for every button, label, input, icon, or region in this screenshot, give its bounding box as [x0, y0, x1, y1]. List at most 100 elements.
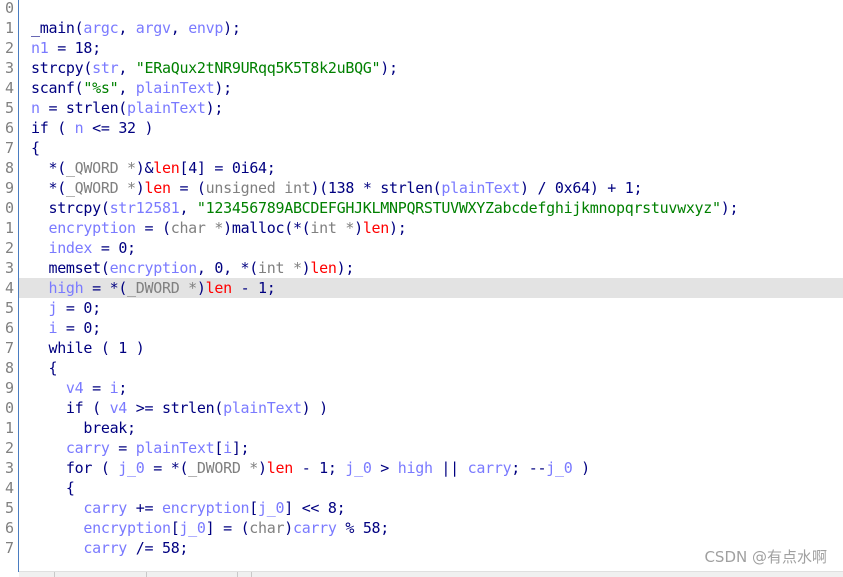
code-token: high	[397, 459, 433, 477]
code-token: j	[31, 299, 58, 317]
code-token: v4	[31, 379, 84, 397]
code-line[interactable]: strcpy(str, "ERaQux2tNR9URqq5K5T8k2uBQG"…	[19, 58, 843, 78]
code-line[interactable]: *(_QWORD *)len = (unsigned int)(138 * st…	[19, 178, 843, 198]
code-token: "%s"	[83, 79, 119, 97]
pseudocode-view[interactable]: _main(argc, argv, envp); n1 = 18; strcpy(s…	[19, 0, 843, 572]
code-token: plainText	[441, 179, 520, 197]
code-line[interactable]: carry += encryption[j_0] << 8;	[19, 498, 843, 518]
code-token: )	[284, 519, 293, 537]
code-line[interactable]: memset(encryption, 0, *(int *)len);	[19, 258, 843, 278]
line-number: 4	[4, 479, 14, 497]
code-token: _QWORD *	[65, 179, 136, 197]
code-token: _main(	[31, 19, 84, 37]
code-token: _QWORD *	[65, 159, 136, 177]
code-token: )	[135, 179, 145, 197]
line-number: 4	[4, 79, 14, 97]
code-token: ,	[118, 79, 136, 97]
code-token: n	[31, 99, 40, 117]
code-token: )	[196, 279, 206, 297]
line-number: 3	[4, 459, 14, 477]
code-line[interactable]: while ( 1 )	[19, 338, 843, 358]
code-token: )malloc(*(	[223, 219, 311, 237]
code-token: len	[205, 279, 233, 297]
code-line[interactable]: break;	[19, 418, 843, 438]
code-token: plainText	[127, 99, 206, 117]
code-token: % 58;	[336, 519, 390, 537]
line-number: 1	[4, 419, 14, 437]
code-token: j_0	[179, 519, 206, 537]
status-bar	[19, 571, 843, 577]
code-line[interactable]: scanf("%s", plainText);	[19, 78, 843, 98]
code-token: /= 58;	[127, 539, 189, 557]
code-token: {	[31, 479, 75, 497]
code-line[interactable]: encryption = (char *)malloc(*(int *)len)…	[19, 218, 843, 238]
code-token: char *	[170, 219, 224, 237]
code-line[interactable]: high = *(_DWORD *)len - 1;	[19, 278, 843, 298]
code-line[interactable]: index = 0;	[19, 238, 843, 258]
code-token: - 1;	[231, 279, 276, 297]
code-line[interactable]: encryption[j_0] = (char)carry % 58;	[19, 518, 843, 538]
code-line[interactable]: {	[19, 478, 843, 498]
code-token: +=	[127, 499, 162, 517]
code-token: str	[92, 59, 119, 77]
code-token: j_0	[118, 459, 145, 477]
code-token: [4] = 0i64;	[179, 159, 276, 177]
code-token: ] = (	[205, 519, 250, 537]
code-line[interactable]: n = strlen(plainText);	[19, 98, 843, 118]
code-line[interactable]: carry = plainText[i];	[19, 438, 843, 458]
code-token: = (	[135, 219, 172, 237]
code-token: =	[83, 379, 110, 397]
line-number: 7	[4, 339, 14, 357]
code-token: , 0, *(	[196, 259, 259, 277]
code-line[interactable]: if ( n <= 32 )	[19, 118, 843, 138]
code-token: scanf(	[31, 79, 84, 97]
code-token: if (	[31, 399, 110, 417]
code-token: envp	[188, 19, 224, 37]
code-line[interactable]: {	[19, 358, 843, 378]
code-token: strcpy(	[31, 59, 93, 77]
code-token: = 0;	[57, 299, 101, 317]
code-token: ,	[118, 19, 136, 37]
code-line[interactable]: i = 0;	[19, 318, 843, 338]
code-token: plainText	[135, 79, 215, 97]
code-token: i	[223, 439, 232, 457]
code-token: encryption	[31, 219, 136, 237]
code-token: carry	[31, 499, 128, 517]
code-token: encryption	[109, 259, 198, 277]
code-token: j_0	[345, 459, 372, 477]
code-token: strcpy(	[31, 199, 110, 217]
code-token: carry	[31, 439, 110, 457]
code-token: index	[31, 239, 93, 257]
line-number: 6	[4, 319, 14, 337]
line-number: 9	[4, 179, 14, 197]
code-line[interactable]: j = 0;	[19, 298, 843, 318]
code-token: )	[258, 459, 267, 477]
code-line[interactable]: for ( j_0 = *(_DWORD *)len - 1; j_0 > hi…	[19, 458, 843, 478]
code-token: [	[214, 439, 224, 457]
line-number: 2	[4, 239, 14, 257]
code-token: argv	[135, 19, 171, 37]
code-token: len	[362, 219, 390, 237]
code-token: j_0	[546, 459, 573, 477]
code-token: high	[31, 279, 84, 297]
code-token: int *	[258, 259, 302, 277]
code-line[interactable]: _main(argc, argv, envp);	[19, 18, 843, 38]
line-number: 8	[4, 359, 14, 377]
code-line[interactable]: {	[19, 138, 843, 158]
code-line[interactable]: *(_QWORD *)&len[4] = 0i64;	[19, 158, 843, 178]
code-token: );	[380, 59, 398, 77]
code-line[interactable]: v4 = i;	[19, 378, 843, 398]
code-line[interactable]: strcpy(str12581, "123456789ABCDEFGHJKLMN…	[19, 198, 843, 218]
code-token: >	[371, 459, 398, 477]
code-token: "123456789ABCDEFGHJKLMNPQRSTUVWXYZabcdef…	[196, 199, 721, 217]
code-token: = *(	[83, 279, 128, 297]
code-token: str12581	[109, 199, 180, 217]
status-separator	[54, 572, 55, 577]
code-line[interactable]	[19, 0, 843, 18]
code-token: *(	[31, 179, 66, 197]
code-line[interactable]: n1 = 18;	[19, 38, 843, 58]
code-token: = 0;	[92, 239, 136, 257]
code-line[interactable]: if ( v4 >= strlen(plainText) )	[19, 398, 843, 418]
line-number: 1	[4, 219, 14, 237]
code-token: len	[310, 259, 337, 277]
